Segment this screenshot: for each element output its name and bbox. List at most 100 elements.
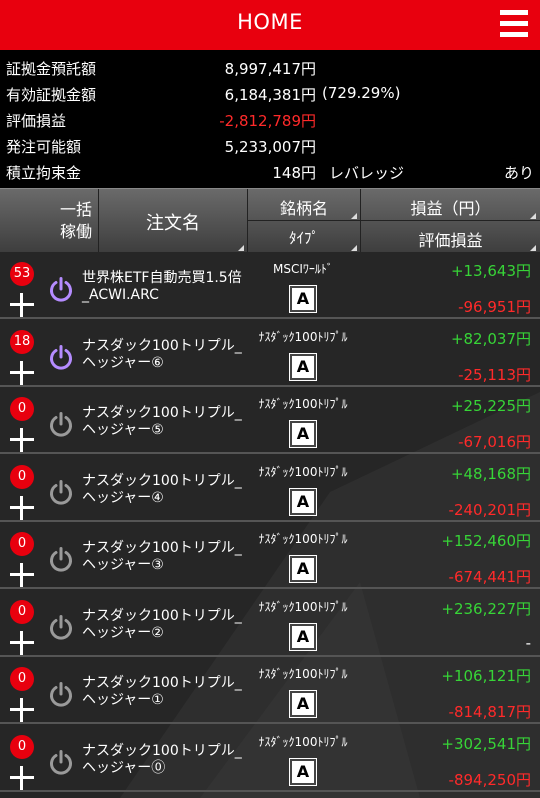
type-badge: A xyxy=(289,758,317,786)
notification-count-badge: 0 xyxy=(10,600,34,624)
order-name: ナスダック100トリプル_ヘッジャー① xyxy=(82,675,242,708)
summary-row-deposit: 証拠金預託額 8,997,417円 xyxy=(0,54,540,80)
notification-count-badge: 0 xyxy=(10,532,34,556)
leverage-label: レバレッジ xyxy=(329,164,405,182)
expand-plus-icon[interactable] xyxy=(10,631,34,655)
profit-value: +13,643円 xyxy=(450,262,531,280)
eval-profit-value: -96,951円 xyxy=(458,298,531,316)
expand-plus-icon[interactable] xyxy=(10,496,34,520)
order-row[interactable]: 0 ナスダック100トリプル_ヘッジャー④ ﾅｽﾀﾞｯｸ100ﾄﾘﾌﾟﾙ A +48,1… xyxy=(0,455,540,522)
notification-count-badge: 0 xyxy=(10,667,34,691)
leverage-value: あり xyxy=(503,164,534,182)
expand-plus-icon[interactable] xyxy=(10,361,34,385)
sort-indicator-icon xyxy=(351,245,357,251)
eval-profit-value: - xyxy=(525,634,531,652)
summary-row-orderable: 発注可能額 5,233,007円 xyxy=(0,132,540,158)
expand-plus-icon[interactable] xyxy=(10,428,34,452)
order-row[interactable]: 0 ナスダック100トリプル_ヘッジャー① ﾅｽﾀﾞｯｸ100ﾄﾘﾌﾟﾙ A +106,… xyxy=(0,657,540,724)
hamburger-menu-icon[interactable] xyxy=(500,8,528,38)
symbol-name: ﾅｽﾀﾞｯｸ100ﾄﾘﾌﾟﾙ xyxy=(258,532,348,546)
type-badge: A xyxy=(289,623,317,651)
margin-ratio: (729.29%) xyxy=(322,84,401,102)
eval-profit-value: -67,016円 xyxy=(458,433,531,451)
symbol-name: ﾅｽﾀﾞｯｸ100ﾄﾘﾌﾟﾙ xyxy=(258,735,348,749)
power-toggle-icon[interactable] xyxy=(48,546,74,572)
eval-profit-value: -814,817円 xyxy=(448,703,531,721)
expand-plus-icon[interactable] xyxy=(10,766,34,790)
eval-profit-sort-header[interactable]: 評価損益 xyxy=(361,227,540,251)
type-badge: A xyxy=(289,690,317,718)
order-row[interactable]: 0 ナスダック100トリプル_ヘッジャー③ ﾅｽﾀﾞｯｸ100ﾄﾘﾌﾟﾙ A +152,… xyxy=(0,522,540,589)
power-toggle-icon[interactable] xyxy=(48,344,74,370)
order-name: ナスダック100トリプル_ヘッジャー④ xyxy=(82,473,242,506)
summary-value: 148円 xyxy=(272,164,316,182)
page-title: HOME xyxy=(237,10,303,34)
order-row[interactable]: 0 ナスダック100トリプル_ヘッジャー⑤ ﾅｽﾀﾞｯｸ100ﾄﾘﾌﾟﾙ A +25,2… xyxy=(0,387,540,454)
symbol-name: ﾅｽﾀﾞｯｸ100ﾄﾘﾌﾟﾙ xyxy=(258,465,348,479)
profit-value: +302,541円 xyxy=(441,735,531,753)
symbol-sort-header[interactable]: 銘柄名 xyxy=(248,195,360,219)
notification-count-badge: 0 xyxy=(10,397,34,421)
order-row[interactable]: 18 ナスダック100トリプル_ヘッジャー⑥ ﾅｽﾀﾞｯｸ100ﾄﾘﾌﾟﾙ A +82,… xyxy=(0,320,540,387)
order-name-sort-header[interactable]: 注文名 xyxy=(99,209,247,235)
sort-indicator-icon xyxy=(530,245,536,251)
summary-label: 評価損益 xyxy=(6,112,67,130)
profit-value: +152,460円 xyxy=(441,532,531,550)
type-badge: A xyxy=(289,353,317,381)
notification-count-badge: 0 xyxy=(10,465,34,489)
eval-profit-value: -674,441円 xyxy=(448,568,531,586)
profit-value: +48,168円 xyxy=(450,465,531,483)
type-badge: A xyxy=(289,555,317,583)
symbol-name: ﾅｽﾀﾞｯｸ100ﾄﾘﾌﾟﾙ xyxy=(258,600,348,614)
order-name: ナスダック100トリプル_ヘッジャー② xyxy=(82,608,242,641)
eval-profit-value: -240,201円 xyxy=(448,501,531,519)
order-row[interactable]: 0 ナスダック100トリプル_ヘッジャー⓪ ﾅｽﾀﾞｯｸ100ﾄﾘﾌﾟﾙ A +302,… xyxy=(0,725,540,792)
profit-value: +82,037円 xyxy=(450,330,531,348)
power-toggle-icon[interactable] xyxy=(48,681,74,707)
table-header: 一括 稼働 注文名 銘柄名 ﾀｲﾌﾟ 損益（円） 評価損益 xyxy=(0,188,540,253)
order-name: ナスダック100トリプル_ヘッジャー⑤ xyxy=(82,405,242,438)
type-badge: A xyxy=(289,285,317,313)
type-badge: A xyxy=(289,488,317,516)
summary-label: 有効証拠金額 xyxy=(6,86,97,104)
order-name: ナスダック100トリプル_ヘッジャー⓪ xyxy=(82,743,242,776)
order-name: 世界株ETF自動売買1.5倍_ACWI.ARC xyxy=(82,270,242,303)
summary-label: 積立拘束金 xyxy=(6,164,82,182)
summary-row-reserve: 積立拘束金 148円 レバレッジ あり xyxy=(0,158,540,184)
sort-indicator-icon xyxy=(238,245,244,251)
notification-count-badge: 18 xyxy=(10,330,34,354)
notification-count-badge: 53 xyxy=(10,262,34,286)
summary-row-effective-margin: 有効証拠金額 6,184,381円 (729.29%) xyxy=(0,80,540,106)
power-toggle-icon[interactable] xyxy=(48,276,74,302)
order-list: 53 世界株ETF自動売買1.5倍_ACWI.ARC MSCIﾜｰﾙﾄﾞ A +13,6… xyxy=(0,252,540,798)
notification-count-badge: 0 xyxy=(10,735,34,759)
profit-sort-header[interactable]: 損益（円） xyxy=(361,195,540,219)
expand-plus-icon[interactable] xyxy=(10,563,34,587)
power-toggle-icon[interactable] xyxy=(48,749,74,775)
app-header: HOME xyxy=(0,0,540,50)
expand-plus-icon[interactable] xyxy=(10,698,34,722)
type-sort-header[interactable]: ﾀｲﾌﾟ xyxy=(248,227,360,248)
type-badge: A xyxy=(289,420,317,448)
order-row[interactable]: 53 世界株ETF自動売買1.5倍_ACWI.ARC MSCIﾜｰﾙﾄﾞ A +13,6… xyxy=(0,252,540,319)
symbol-name: MSCIﾜｰﾙﾄﾞ xyxy=(273,262,333,276)
summary-value: -2,812,789円 xyxy=(219,112,316,130)
power-toggle-icon[interactable] xyxy=(48,614,74,640)
eval-profit-value: -25,113円 xyxy=(458,366,531,384)
account-summary: 証拠金預託額 8,997,417円 有効証拠金額 6,184,381円 (729… xyxy=(0,50,540,188)
profit-value: +25,225円 xyxy=(450,397,531,415)
expand-plus-icon[interactable] xyxy=(10,293,34,317)
power-toggle-icon[interactable] xyxy=(48,479,74,505)
eval-profit-value: -894,250円 xyxy=(448,771,531,789)
summary-label: 発注可能額 xyxy=(6,138,82,156)
summary-value: 5,233,007円 xyxy=(224,138,316,156)
order-row[interactable]: 0 ナスダック100トリプル_ヘッジャー② ﾅｽﾀﾞｯｸ100ﾄﾘﾌﾟﾙ A +236,… xyxy=(0,590,540,657)
sort-indicator-icon xyxy=(530,213,536,219)
summary-value: 6,184,381円 xyxy=(224,86,316,104)
power-toggle-icon[interactable] xyxy=(48,411,74,437)
sort-indicator-icon xyxy=(351,213,357,219)
profit-value: +106,121円 xyxy=(441,667,531,685)
order-name: ナスダック100トリプル_ヘッジャー③ xyxy=(82,540,242,573)
summary-label: 証拠金預託額 xyxy=(6,60,97,78)
summary-value: 8,997,417円 xyxy=(224,60,316,78)
